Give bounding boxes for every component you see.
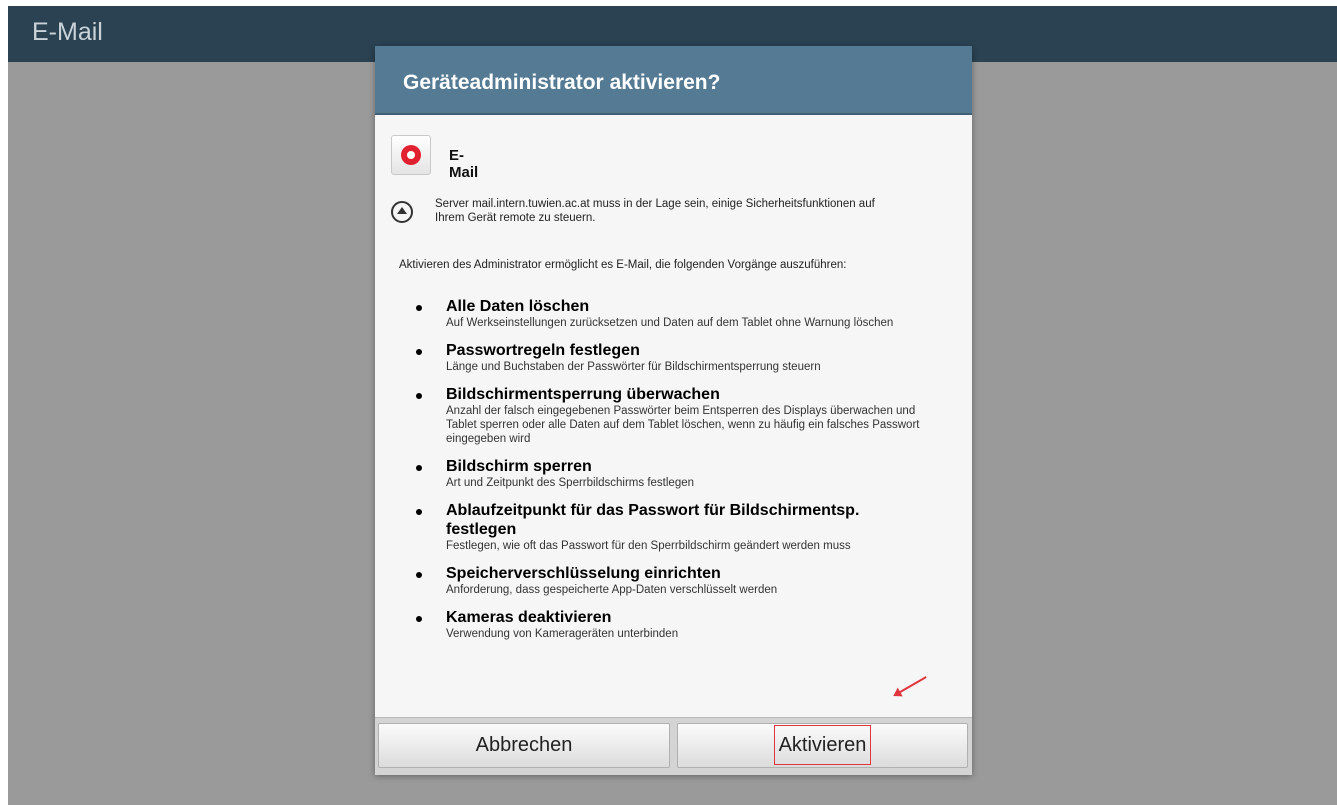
bullet-icon <box>416 305 422 311</box>
permission-title: Ablaufzeitpunkt für das Passwort für Bil… <box>446 502 860 538</box>
permission-desc: Länge und Buchstaben der Passwörter für … <box>446 361 821 373</box>
cancel-button-label: Abbrechen <box>475 734 573 756</box>
app-bar-title: E-Mail <box>32 18 103 46</box>
permission-title: Kameras deaktivieren <box>446 609 612 626</box>
device-admin-dialog: Geräteadministrator aktivieren? E-Mail S… <box>375 46 972 775</box>
screen: E-Mail Geräteadministrator aktivieren? E… <box>8 6 1337 805</box>
list-item: Kameras deaktivieren Verwendung von Kame… <box>411 608 931 641</box>
activate-button[interactable]: Aktivieren <box>677 723 968 768</box>
permission-title: Passwortregeln festlegen <box>446 342 640 359</box>
cancel-button[interactable]: Abbrechen <box>378 723 670 768</box>
permission-desc: Festlegen, wie oft das Passwort für den … <box>446 540 851 552</box>
dialog-body[interactable]: E-Mail Server mail.intern.tuwien.ac.at m… <box>375 115 972 717</box>
permission-title: Bildschirmentsperrung überwachen <box>446 386 720 403</box>
list-item: Ablaufzeitpunkt für das Passwort für Bil… <box>411 501 931 553</box>
button-bar: Abbrechen Aktivieren <box>375 717 972 775</box>
permission-title: Bildschirm sperren <box>446 458 592 475</box>
permission-desc: Auf Werkseinstellungen zurücksetzen und … <box>446 317 894 329</box>
permission-title: Alle Daten löschen <box>446 298 590 315</box>
list-item: Bildschirm sperren Art und Zeitpunkt des… <box>411 457 931 490</box>
permission-list: Alle Daten löschen Auf Werkseinstellunge… <box>411 297 931 652</box>
permission-title: Speicherverschlüsselung einrichten <box>446 565 721 582</box>
permission-desc: Art und Zeitpunkt des Sperrbildschirms f… <box>446 477 695 489</box>
bullet-icon <box>416 572 422 578</box>
permission-desc: Anzahl der falsch eingegebenen Passwörte… <box>446 405 920 445</box>
bullet-icon <box>416 393 422 399</box>
dialog-title: Geräteadministrator aktivieren? <box>403 71 721 94</box>
server-info-text: Server mail.intern.tuwien.ac.at muss in … <box>435 198 875 224</box>
collapse-up-icon[interactable] <box>391 201 413 223</box>
list-item: Passwortregeln festlegen Länge und Buchs… <box>411 341 931 374</box>
activate-button-label: Aktivieren <box>773 725 872 765</box>
list-item: Speicherverschlüsselung einrichten Anfor… <box>411 564 931 597</box>
permission-desc: Anforderung, dass gespeicherte App-Daten… <box>446 584 778 596</box>
bullet-icon <box>416 616 422 622</box>
bullet-icon <box>416 465 422 471</box>
app-name: E-Mail <box>449 147 479 181</box>
bullet-icon <box>416 349 422 355</box>
list-item: Alle Daten löschen Auf Werkseinstellunge… <box>411 297 931 330</box>
list-item: Bildschirmentsperrung überwachen Anzahl … <box>411 385 931 446</box>
permission-desc: Verwendung von Kamerageräten unterbinden <box>446 628 679 640</box>
intro-text: Aktivieren des Administrator ermöglicht … <box>399 259 847 271</box>
dialog-header: Geräteadministrator aktivieren? <box>375 46 972 115</box>
mail-app-icon <box>391 135 431 175</box>
bullet-icon <box>416 509 422 515</box>
